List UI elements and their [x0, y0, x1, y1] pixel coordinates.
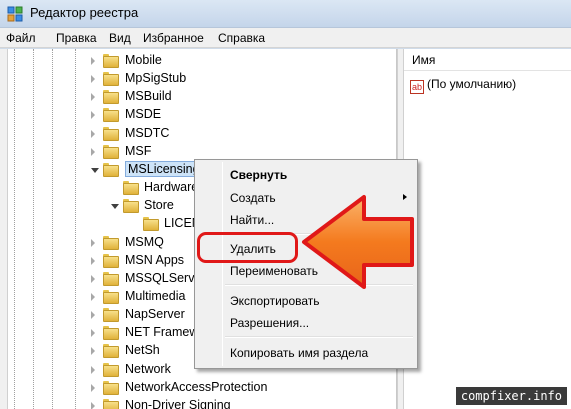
collapse-arrow-icon[interactable] — [91, 167, 99, 173]
expand-arrow-icon[interactable] — [91, 311, 95, 320]
expand-arrow-icon[interactable] — [91, 274, 95, 283]
watermark: compfixer.info — [455, 387, 567, 405]
menu-item-find[interactable]: Найти... — [230, 213, 274, 227]
tree-node-label[interactable]: MSN Apps — [125, 253, 184, 267]
folder-icon — [102, 89, 119, 105]
expand-arrow-icon[interactable] — [91, 401, 95, 409]
folder-icon — [102, 235, 119, 250]
tree-node-label[interactable]: MSDTC — [125, 126, 169, 140]
tree-node-label[interactable]: NET Framew — [125, 325, 198, 339]
tree-node-label[interactable]: NetworkAccessProtection — [125, 380, 267, 394]
folder-icon — [102, 289, 119, 304]
folder-icon — [122, 180, 139, 196]
expand-arrow-icon[interactable] — [91, 147, 95, 156]
folder-icon — [122, 198, 139, 214]
annotation-arrow-icon — [302, 195, 414, 289]
tree-node[interactable]: Non-Driver Signing — [8, 397, 388, 409]
tree-node-label[interactable]: NapServer — [125, 307, 185, 321]
expand-arrow-icon[interactable] — [91, 238, 95, 247]
expand-arrow-icon[interactable] — [91, 75, 95, 84]
tree-node-label[interactable]: Network — [125, 362, 171, 376]
expand-arrow-icon[interactable] — [91, 292, 95, 301]
tree-node-label[interactable]: Multimedia — [125, 289, 185, 303]
expand-arrow-icon[interactable] — [91, 57, 95, 65]
menu-item-create[interactable]: Создать — [230, 191, 276, 205]
menu-view[interactable]: Вид — [109, 31, 131, 45]
tree-node-label[interactable]: Mobile — [125, 53, 162, 67]
delete-highlight-ring — [197, 232, 298, 263]
window-title: Редактор реестра — [30, 5, 139, 20]
folder-icon — [102, 307, 119, 323]
folder-icon — [102, 271, 119, 286]
expand-arrow-icon[interactable] — [91, 383, 95, 392]
tree-node-label[interactable]: NetSh — [125, 343, 160, 357]
folder-icon — [102, 343, 119, 359]
folder-icon — [102, 380, 119, 395]
tree-node-label[interactable]: Store — [144, 198, 174, 212]
menu-bar: Файл Правка Вид Избранное Справка — [0, 28, 571, 48]
folder-icon — [142, 216, 159, 232]
folder-icon — [102, 53, 119, 68]
menu-help[interactable]: Справка — [218, 31, 265, 45]
menu-item-collapse[interactable]: Свернуть — [230, 168, 287, 182]
collapse-arrow-icon[interactable] — [111, 204, 119, 210]
menu-gutter — [222, 162, 223, 366]
tree-node[interactable]: MSDTC — [8, 125, 388, 143]
menu-favorites[interactable]: Избранное — [143, 31, 204, 45]
tree-node[interactable]: MpSigStub — [8, 70, 388, 88]
folder-icon — [102, 253, 119, 268]
menu-file[interactable]: Файл — [6, 31, 36, 45]
tree-node-label[interactable]: MpSigStub — [125, 71, 186, 85]
folder-icon — [102, 126, 119, 141]
title-bar: Редактор реестра — [0, 0, 571, 28]
left-frame — [0, 49, 8, 409]
tree-node[interactable]: MSBuild — [8, 88, 388, 106]
folder-icon — [102, 107, 119, 123]
folder-icon — [102, 162, 119, 177]
tree-node-label[interactable]: MSF — [125, 144, 151, 158]
menu-item-export[interactable]: Экспортировать — [230, 294, 320, 308]
folder-icon — [102, 398, 119, 409]
tree-node[interactable]: MSDE — [8, 106, 388, 124]
tree-node-label[interactable]: Non-Driver Signing — [125, 398, 231, 409]
expand-arrow-icon[interactable] — [91, 111, 95, 120]
value-name: (По умолчанию) — [427, 77, 517, 91]
menu-edit[interactable]: Правка — [56, 31, 97, 45]
expand-arrow-icon[interactable] — [91, 329, 95, 338]
tree-node-label[interactable]: MSLicensing — [125, 160, 203, 177]
menu-separator — [225, 336, 413, 338]
folder-icon — [102, 144, 119, 159]
expand-arrow-icon[interactable] — [91, 347, 95, 356]
expand-arrow-icon[interactable] — [91, 256, 95, 265]
column-header-label: Имя — [412, 53, 436, 67]
expand-arrow-icon[interactable] — [91, 129, 95, 138]
folder-icon — [102, 362, 119, 377]
tree-node[interactable]: Mobile — [8, 52, 388, 70]
tree-node-label[interactable]: MSDE — [125, 107, 161, 121]
folder-icon — [102, 325, 119, 341]
expand-arrow-icon[interactable] — [91, 365, 95, 374]
menu-item-permissions[interactable]: Разрешения... — [230, 316, 309, 330]
column-header-name[interactable]: Имя — [404, 49, 571, 71]
string-value-icon: ab — [410, 80, 424, 94]
folder-icon — [102, 71, 119, 87]
tree-node-label[interactable]: MSMQ — [125, 235, 164, 249]
values-pane[interactable]: Имя ab (По умолчанию) — [404, 49, 571, 409]
tree-node[interactable]: NetworkAccessProtection — [8, 379, 388, 397]
menu-item-copy-key-name[interactable]: Копировать имя раздела — [230, 346, 368, 360]
expand-arrow-icon[interactable] — [91, 93, 95, 102]
tree-node-label[interactable]: Hardware — [144, 180, 198, 194]
tree-node-label[interactable]: MSBuild — [125, 89, 172, 103]
value-row-default[interactable]: ab (По умолчанию) — [410, 77, 516, 94]
registry-editor-icon — [7, 6, 23, 22]
